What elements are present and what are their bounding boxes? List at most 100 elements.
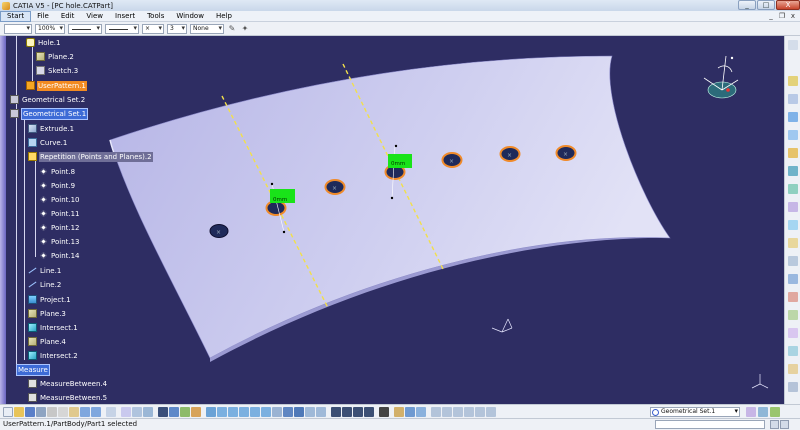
current-geometrical-set-combo[interactable]: Geometrical Set.1 (650, 407, 740, 417)
geoset-icon[interactable] (486, 406, 496, 417)
menu-tools[interactable]: Tools (141, 11, 170, 22)
menu-edit[interactable]: Edit (55, 11, 81, 22)
trim-tool-icon[interactable] (788, 328, 798, 338)
sketch-tool-icon[interactable] (788, 76, 798, 86)
offset-tool-icon[interactable] (788, 220, 798, 230)
menu-help[interactable]: Help (210, 11, 238, 22)
redo-icon[interactable] (91, 406, 101, 417)
hide-icon[interactable] (364, 406, 374, 417)
body-icon[interactable] (464, 406, 474, 417)
grid-icon[interactable] (353, 406, 363, 417)
minimize-button[interactable]: _ (738, 0, 756, 10)
camera-icon[interactable] (379, 406, 389, 417)
paste-icon[interactable] (69, 406, 79, 417)
tree-node-curve-1[interactable]: Curve.1 (28, 137, 68, 148)
save-icon[interactable] (25, 406, 35, 417)
tree-node-hole-1[interactable]: Hole.1 (26, 37, 61, 48)
tree-node-line-2[interactable]: Line.2 (28, 279, 62, 290)
update-icon[interactable] (394, 406, 404, 417)
doc-minimize-button[interactable]: _ (766, 12, 776, 20)
layer-combo[interactable]: None (190, 23, 224, 34)
command-input[interactable] (655, 420, 765, 429)
menu-window[interactable]: Window (170, 11, 210, 22)
close-button[interactable]: X (776, 0, 800, 10)
tree-node-geoset-1[interactable]: Geometrical Set.1 (10, 107, 89, 120)
tree-node-intersect-1[interactable]: Intersect.1 (28, 322, 79, 333)
point-symbol-combo[interactable]: × (142, 23, 164, 34)
tree-node-point-8[interactable]: Point.8 (39, 166, 76, 177)
catalog-icon[interactable] (143, 406, 153, 417)
undo-icon[interactable] (80, 406, 90, 417)
point-tool-icon[interactable] (788, 94, 798, 104)
formula-icon[interactable] (121, 406, 131, 417)
axis-system-icon[interactable] (453, 406, 463, 417)
select-icon[interactable] (416, 406, 426, 417)
work-on-support-icon[interactable] (442, 406, 452, 417)
sweep-tool-icon[interactable] (788, 238, 798, 248)
fly-mode-icon[interactable] (206, 406, 216, 417)
iso-view-icon[interactable] (283, 406, 293, 417)
cut-icon[interactable] (47, 406, 57, 417)
tree-node-geoset-2[interactable]: Geometrical Set.2 (10, 94, 86, 105)
tree-node-measurebetween-4[interactable]: MeasureBetween.4 (28, 378, 108, 389)
hole-7[interactable]: × (555, 145, 577, 161)
hole-3[interactable]: × (324, 179, 346, 195)
sketcher-icon[interactable] (431, 406, 441, 417)
sphere-tool-icon[interactable] (788, 202, 798, 212)
doc-restore-button[interactable]: ❐ (777, 12, 787, 20)
hole-5[interactable]: × (441, 152, 463, 168)
copy-icon[interactable] (58, 406, 68, 417)
menu-insert[interactable]: Insert (109, 11, 141, 22)
3d-compass-icon[interactable] (331, 406, 341, 417)
surface-face[interactable] (109, 55, 671, 359)
tree-node-point-10[interactable]: Point.10 (39, 194, 81, 205)
command-history-icon[interactable] (780, 420, 789, 429)
menu-file[interactable]: File (31, 11, 55, 22)
tree-node-extrude-1[interactable]: Extrude.1 (28, 123, 75, 134)
line-thickness-combo[interactable] (68, 23, 102, 34)
fill-tool-icon[interactable] (788, 256, 798, 266)
hole-6[interactable]: × (499, 146, 521, 162)
tree-node-intersect-2[interactable]: Intersect.2 (28, 350, 79, 361)
hide-show-icon[interactable] (305, 406, 315, 417)
swap-visible-icon[interactable] (316, 406, 326, 417)
stop-command-icon[interactable] (770, 420, 779, 429)
measure-inertia-icon[interactable] (180, 406, 190, 417)
tree-node-plane-4[interactable]: Plane.4 (28, 336, 67, 347)
blend-tool-icon[interactable] (788, 274, 798, 284)
workbench-icon[interactable] (770, 407, 780, 417)
tree-node-plane-2[interactable]: Plane.2 (36, 51, 75, 62)
pan-icon[interactable] (228, 406, 238, 417)
measure-icon[interactable] (158, 406, 168, 417)
knowledge-icon[interactable] (132, 406, 142, 417)
join-tool-icon[interactable] (788, 292, 798, 302)
extrude-tool-icon[interactable] (788, 166, 798, 176)
tree-node-measurebetween-5[interactable]: MeasureBetween.5 (28, 392, 108, 403)
compass-icon[interactable] (690, 50, 750, 110)
tree-node-line-1[interactable]: Line.1 (28, 265, 62, 276)
in-work-object-icon[interactable] (475, 406, 485, 417)
painter-icon[interactable]: ✎ (227, 24, 237, 34)
rotate-icon[interactable] (239, 406, 249, 417)
doc-close-button[interactable]: x (788, 12, 798, 20)
tree-node-point-11[interactable]: Point.11 (39, 208, 81, 219)
fit-all-icon[interactable] (217, 406, 227, 417)
menu-view[interactable]: View (80, 11, 109, 22)
menu-start[interactable]: Start (0, 10, 32, 22)
normal-view-icon[interactable] (272, 406, 282, 417)
color-combo[interactable] (4, 23, 32, 34)
tree-node-measure[interactable]: Measure (16, 363, 50, 376)
whats-this-icon[interactable] (106, 406, 116, 417)
visual-toolbar-icon[interactable] (758, 407, 768, 417)
layer-number-combo[interactable]: 3 (167, 23, 187, 34)
manipulate-icon[interactable] (405, 406, 415, 417)
line-tool-icon[interactable] (788, 112, 798, 122)
tree-node-project-1[interactable]: Project.1 (28, 294, 72, 305)
measure-item-icon[interactable] (169, 406, 179, 417)
tree-node-point-14[interactable]: Point.14 (39, 250, 81, 261)
transform-tool-icon[interactable] (788, 382, 798, 392)
stack-icon[interactable] (746, 407, 756, 417)
zoom-in-icon[interactable] (250, 406, 260, 417)
split-tool-icon[interactable] (788, 310, 798, 320)
plane-tool-icon[interactable] (788, 130, 798, 140)
